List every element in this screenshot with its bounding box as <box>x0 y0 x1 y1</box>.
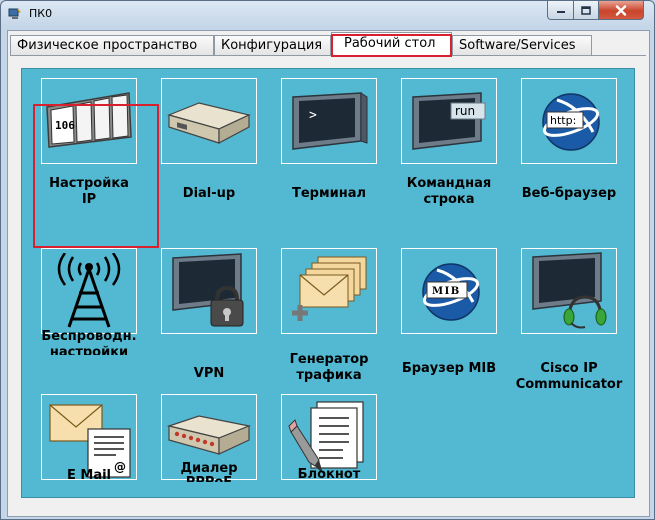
active-tab-highlight <box>331 34 452 57</box>
window-title: ПК0 <box>29 7 53 20</box>
web-browser-tile-text: http: <box>550 114 576 127</box>
app-label-dial-up: Dial-up <box>182 186 236 201</box>
app-label-terminal: Терминал <box>291 186 366 201</box>
packet-tracer-pc-icon <box>8 8 21 19</box>
terminal-icon: > <box>292 92 368 150</box>
app-label-notepad: Блокнот <box>297 467 361 481</box>
command-prompt-icon: run <box>412 92 486 150</box>
title-bar[interactable]: ПК0 <box>1 1 654 27</box>
app-label-wireless: Беспроводн. настройки <box>41 329 137 355</box>
app-label-mib-browser: Браузер MIB <box>401 361 497 376</box>
app-tile-vpn[interactable] <box>161 248 257 334</box>
app-tile-dial-up[interactable] <box>161 78 257 164</box>
app-label-traffic-generator: Генератор трафика <box>289 352 369 383</box>
app-tile-ip-communicator[interactable] <box>521 248 617 334</box>
app-label-web-browser: Веб-браузер <box>521 186 617 201</box>
terminal-tile-text: > <box>309 108 317 123</box>
app-tile-command-prompt[interactable]: run <box>401 78 497 164</box>
vpn-lock-icon <box>172 253 244 327</box>
web-browser-icon: http: <box>542 93 600 151</box>
maximize-button[interactable] <box>573 1 599 20</box>
traffic-generator-icon <box>292 256 367 321</box>
window-client-area: Физическое пространство Конфигурация Раб… <box>7 30 650 517</box>
command-prompt-tile-text: run <box>455 104 475 118</box>
app-label-ip-communicator: Cisco IP Communicator <box>515 361 623 392</box>
pppoe-dialer-icon <box>166 415 252 455</box>
app-label-command-prompt: Командная строка <box>406 176 492 207</box>
tab-physical-space[interactable]: Физическое пространство <box>10 35 214 55</box>
tab-software-services[interactable]: Software/Services <box>452 35 592 55</box>
app-tile-traffic-generator[interactable] <box>281 248 377 334</box>
minimize-button[interactable] <box>547 1 574 20</box>
notepad-icon <box>288 401 364 474</box>
app-tile-wireless[interactable] <box>41 248 137 334</box>
email-icon: @ <box>49 404 131 478</box>
modem-icon <box>167 102 251 144</box>
app-tile-terminal[interactable]: > <box>281 78 377 164</box>
app-label-vpn: VPN <box>193 366 225 381</box>
application-window: ПК0 Физическое пространство Конфигурация… <box>0 0 655 520</box>
wireless-tower-icon <box>57 253 121 328</box>
minimize-icon <box>556 11 565 13</box>
mib-browser-tile-text: MIB <box>432 286 461 297</box>
selected-app-highlight <box>33 104 159 248</box>
app-tile-mib-browser[interactable]: MIB <box>401 248 497 334</box>
close-icon <box>615 4 627 16</box>
tab-configuration[interactable]: Конфигурация <box>214 35 331 55</box>
close-button[interactable] <box>598 1 644 20</box>
ip-communicator-icon <box>532 252 607 329</box>
app-label-pppoe-dialer: Диалер PPPoE <box>180 462 238 482</box>
app-tile-web-browser[interactable]: http: <box>521 78 617 164</box>
desktop-panel: 106 Настройка IP Dial-up > Терминал run … <box>21 68 635 498</box>
maximize-icon <box>581 5 591 15</box>
mib-browser-icon: MIB <box>422 263 480 321</box>
app-label-email: E Mail <box>66 468 112 482</box>
tab-strip-divider <box>10 55 646 56</box>
